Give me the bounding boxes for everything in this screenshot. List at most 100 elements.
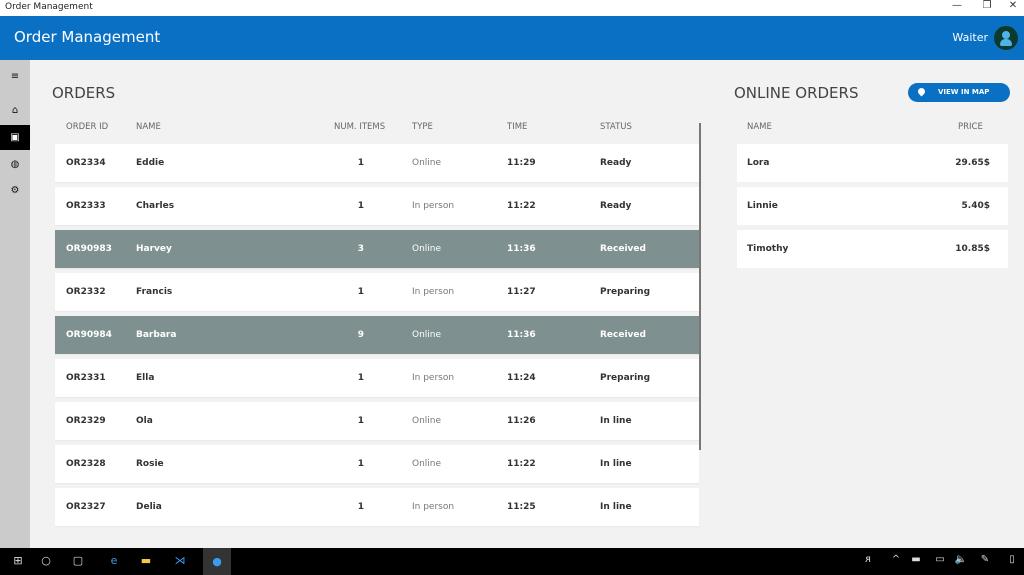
order-status: Received [600, 330, 646, 340]
order-id: OR2328 [66, 459, 106, 469]
order-items: 1 [357, 373, 364, 383]
order-type: In person [412, 287, 455, 297]
globe-icon[interactable]: ◍ [0, 152, 30, 177]
notifications-icon[interactable]: ▯ [1002, 554, 1022, 565]
order-items: 1 [357, 158, 364, 168]
online-orders-title: ONLINE ORDERS [734, 84, 859, 102]
online-order-name: Linnie [747, 201, 778, 211]
order-name: Rosie [136, 459, 164, 469]
order-name: Harvey [136, 244, 172, 254]
order-time: 11:22 [507, 201, 536, 211]
network-icon[interactable]: ▭ [930, 554, 950, 565]
battery-icon[interactable]: ▬ [906, 554, 926, 565]
order-type: Online [412, 330, 442, 340]
order-time: 11:26 [507, 416, 536, 426]
user-name[interactable]: Waiter [952, 31, 988, 44]
volume-icon[interactable]: 🔈 [951, 554, 971, 565]
order-time: 11:22 [507, 459, 536, 469]
app-title: Order Management [14, 28, 161, 46]
title-bar: Order Management — ❐ ✕ [0, 0, 1024, 16]
order-time: 11:27 [507, 287, 536, 297]
order-id: OR2327 [66, 502, 106, 512]
order-status: Preparing [600, 287, 651, 297]
order-time: 11:29 [507, 158, 536, 168]
briefcase-icon[interactable]: ▣ [0, 125, 30, 150]
order-name: Ella [136, 373, 155, 383]
orders-scrollbar[interactable] [699, 123, 701, 450]
order-items: 1 [357, 287, 364, 297]
edge-icon[interactable]: e [104, 554, 124, 567]
order-name: Charles [136, 201, 175, 211]
col-order-id: ORDER ID [66, 122, 109, 132]
menu-icon[interactable]: ≡ [0, 64, 30, 89]
windows-start-icon[interactable]: ⊞ [8, 554, 28, 567]
order-status: In line [600, 416, 632, 426]
online-order-row[interactable]: Linnie 5.40$ [737, 187, 1008, 225]
order-status: Ready [600, 158, 632, 168]
col-type: TYPE [412, 122, 433, 132]
col-online-price: PRICE [958, 122, 983, 132]
col-status: STATUS [600, 122, 632, 132]
order-type: In person [412, 502, 455, 512]
order-name: Eddie [136, 158, 165, 168]
order-items: 1 [357, 416, 364, 426]
close-button[interactable]: ✕ [998, 0, 1024, 11]
order-items: 1 [357, 502, 364, 512]
online-order-price: 5.40$ [961, 201, 990, 211]
online-order-price: 29.65$ [955, 158, 990, 168]
people-icon[interactable]: ᴙ [858, 554, 878, 565]
col-online-name: NAME [747, 122, 772, 132]
online-order-name: Timothy [747, 244, 789, 254]
cortana-icon[interactable]: ○ [36, 554, 56, 567]
order-status: Received [600, 244, 646, 254]
home-icon[interactable]: ⌂ [0, 98, 30, 123]
app-header: Order Management Waiter [0, 16, 1024, 60]
col-num-items: NUM. ITEMS [334, 122, 386, 132]
online-order-row[interactable]: Timothy 10.85$ [737, 230, 1008, 268]
view-in-map-button[interactable]: VIEW IN MAP [908, 83, 1010, 102]
order-items: 9 [357, 330, 364, 340]
col-name: NAME [136, 122, 161, 132]
order-type: Online [412, 459, 442, 469]
order-row[interactable]: OR2328 Rosie 1 Online 11:22 In line [55, 445, 699, 483]
order-id: OR90984 [66, 330, 112, 340]
order-id: OR2334 [66, 158, 106, 168]
order-status: In line [600, 459, 632, 469]
col-time: TIME [507, 122, 528, 132]
order-row[interactable]: OR2333 Charles 1 In person 11:22 Ready [55, 187, 699, 225]
order-type: Online [412, 244, 442, 254]
order-row[interactable]: OR2329 Ola 1 Online 11:26 In line [55, 402, 699, 440]
task-view-icon[interactable]: ▢ [68, 554, 88, 567]
order-row[interactable]: OR2331 Ella 1 In person 11:24 Preparing [55, 359, 699, 397]
order-time: 11:36 [507, 330, 536, 340]
order-items: 3 [357, 244, 364, 254]
order-time: 11:25 [507, 502, 536, 512]
map-pin-icon [916, 86, 927, 97]
order-items: 1 [357, 201, 364, 211]
online-order-row[interactable]: Lora 29.65$ [737, 144, 1008, 182]
order-type: Online [412, 416, 442, 426]
order-row[interactable]: OR2327 Delia 1 In person 11:25 In line [55, 488, 699, 526]
order-type: In person [412, 201, 455, 211]
file-explorer-icon[interactable]: ▬ [136, 554, 156, 567]
minimize-button[interactable]: — [942, 0, 972, 11]
order-status: Preparing [600, 373, 651, 383]
order-status: Ready [600, 201, 632, 211]
order-type: Online [412, 158, 442, 168]
order-time: 11:36 [507, 244, 536, 254]
order-type: In person [412, 373, 455, 383]
pen-icon[interactable]: ✎ [975, 554, 995, 565]
order-time: 11:24 [507, 373, 536, 383]
visual-studio-icon[interactable]: ⋊ [170, 554, 190, 567]
app-icon[interactable]: ● [203, 548, 231, 575]
order-row[interactable]: OR2332 Francis 1 In person 11:27 Preparing [55, 273, 699, 311]
order-row[interactable]: OR90983 Harvey 3 Online 11:36 Received [55, 230, 699, 268]
order-row[interactable]: OR2334 Eddie 1 Online 11:29 Ready [55, 144, 699, 182]
avatar[interactable] [994, 26, 1018, 50]
order-row[interactable]: OR90984 Barbara 9 Online 11:36 Received [55, 316, 699, 354]
chevron-up-icon[interactable]: ^ [886, 554, 906, 565]
taskbar: ⊞ ○ ▢ e ▬ ⋊ ● ᴙ ^ ▬ ▭ 🔈 ✎ ▯ [0, 548, 1024, 575]
order-name: Francis [136, 287, 173, 297]
gear-icon[interactable]: ⚙ [0, 178, 30, 203]
window-title: Order Management [5, 2, 93, 12]
